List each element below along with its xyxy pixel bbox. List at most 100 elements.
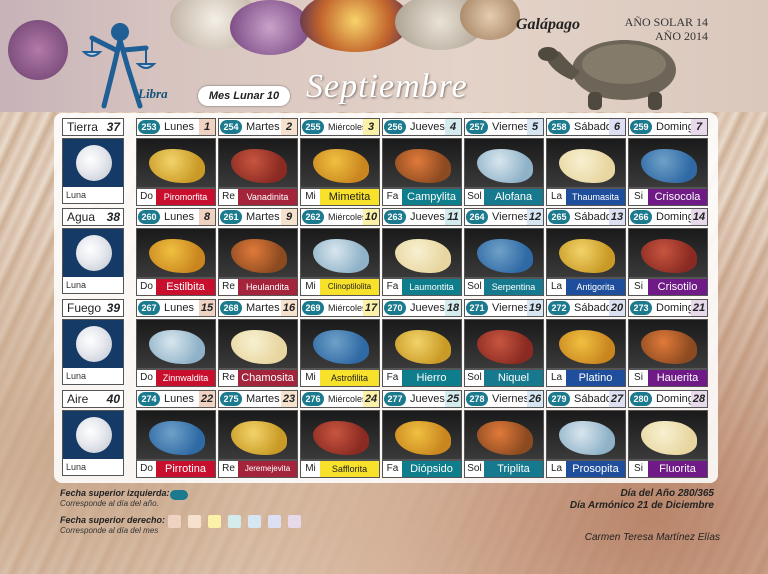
mineral-label-row: La Antigorita — [546, 278, 626, 296]
mineral-photo — [218, 228, 298, 278]
legend-swatch — [228, 515, 241, 528]
mineral-label-row: Mi Mimetita — [300, 188, 380, 206]
day-header: 279 Sábado 27 — [546, 390, 626, 408]
plasma-label: Fa — [383, 279, 402, 295]
weekday-name: Jueves — [410, 302, 445, 314]
mineral-name: Jeremejevita — [238, 461, 297, 477]
day-cell[interactable]: 268 Martes 16 Re Chamosita — [218, 299, 298, 389]
weekday-name: Miércoles — [328, 394, 367, 404]
mineral-name: Hierro — [402, 370, 461, 386]
plasma-label: Fa — [383, 461, 402, 477]
mineral-label-row: La Prosopita — [546, 460, 626, 478]
weekday-name: Martes — [246, 121, 280, 133]
mineral-photo — [382, 138, 462, 188]
day-of-month: 26 — [527, 391, 543, 407]
day-of-year-badge: 267 — [138, 301, 160, 315]
day-cell[interactable]: 275 Martes 23 Re Jeremejevita — [218, 390, 298, 480]
mineral-label-row: Re Jeremejevita — [218, 460, 298, 478]
weekday-name: Viernes — [492, 211, 530, 223]
day-cell[interactable]: 270 Jueves 18 Fa Hierro — [382, 299, 462, 389]
day-header: 264 Viernes 12 — [464, 208, 544, 226]
mineral-label-row: Si Crisotilo — [628, 278, 708, 296]
day-cell[interactable]: 263 Jueves 11 Fa Laumontita — [382, 208, 462, 298]
weekday-name: Sábado — [574, 302, 612, 314]
day-header: 253 Lunes 1 — [136, 118, 216, 136]
day-of-month: 23 — [281, 391, 297, 407]
mineral-label-row: Mi Clinoptilolita — [300, 278, 380, 296]
day-cell[interactable]: 273 Domingo 21 Si Hauerita — [628, 299, 708, 389]
day-cell[interactable]: 256 Jueves 4 Fa Campylita — [382, 118, 462, 208]
day-cell[interactable]: 253 Lunes 1 Do Piromorfita — [136, 118, 216, 208]
mineral-name: Thaumasita — [566, 189, 625, 205]
day-of-year-badge: 263 — [384, 210, 406, 224]
day-cell[interactable]: 262 Miércoles 10 Mi Clinoptilolita — [300, 208, 380, 298]
day-cell[interactable]: 278 Viernes 26 Sol Triplita — [464, 390, 544, 480]
legend-swatch — [168, 515, 181, 528]
day-cell[interactable]: 271 Viernes 19 Sol Niquel — [464, 299, 544, 389]
day-of-month: 2 — [281, 119, 297, 135]
day-cell[interactable]: 266 Domingo 14 Si Crisotilo — [628, 208, 708, 298]
mineral-photo — [546, 319, 626, 369]
day-of-year-badge: 275 — [220, 392, 242, 406]
legend-swatch — [268, 515, 281, 528]
day-header: 257 Viernes 5 — [464, 118, 544, 136]
day-of-month: 6 — [609, 119, 625, 135]
plasma-label: Do — [137, 461, 156, 477]
day-cell[interactable]: 277 Jueves 25 Fa Diópsido — [382, 390, 462, 480]
day-cell[interactable]: 254 Martes 2 Re Vanadinita — [218, 118, 298, 208]
day-of-month: 27 — [609, 391, 625, 407]
day-header: 255 Miércoles 3 — [300, 118, 380, 136]
day-cell[interactable]: 258 Sábado 6 La Thaumasita — [546, 118, 626, 208]
weekday-name: Martes — [246, 302, 280, 314]
legend-left-text: Corresponde al día del año. — [60, 499, 159, 508]
day-cell[interactable]: 280 Domingo 28 Si Fluorita — [628, 390, 708, 480]
day-cell[interactable]: 264 Viernes 12 Sol Serpentina — [464, 208, 544, 298]
mineral-name: Zinnwaldita — [156, 370, 215, 386]
day-cell[interactable]: 267 Lunes 15 Do Zinnwaldita — [136, 299, 216, 389]
day-cell[interactable]: 276 Miércoles 24 Mi Safflorita — [300, 390, 380, 480]
day-cell[interactable]: 257 Viernes 5 Sol Alofana — [464, 118, 544, 208]
day-cell[interactable]: 265 Sábado 13 La Antigorita — [546, 208, 626, 298]
plasma-label: Re — [219, 189, 238, 205]
weekday-name: Viernes — [492, 302, 530, 314]
day-of-year-badge: 255 — [302, 120, 324, 134]
day-header: 266 Domingo 14 — [628, 208, 708, 226]
day-cell[interactable]: 260 Lunes 8 Do Estilbita — [136, 208, 216, 298]
plasma-label: Si — [629, 189, 648, 205]
full-moon-icon — [76, 326, 112, 362]
day-cell[interactable]: 274 Lunes 22 Do Pirrotina — [136, 390, 216, 480]
plasma-label: Si — [629, 279, 648, 295]
mineral-label-row: Si Crisocola — [628, 188, 708, 206]
day-cell[interactable]: 261 Martes 9 Re Heulandita — [218, 208, 298, 298]
day-cell[interactable]: 255 Miércoles 3 Mi Mimetita — [300, 118, 380, 208]
day-cell[interactable]: 269 Miércoles 17 Mi Astrofilita — [300, 299, 380, 389]
day-of-month: 19 — [527, 300, 543, 316]
day-of-year-badge: 260 — [138, 210, 160, 224]
day-cell[interactable]: 259 Domingo 7 Si Crisocola — [628, 118, 708, 208]
mineral-label-row: Re Heulandita — [218, 278, 298, 296]
legend-right: Fecha superior derecho: Corresponde al d… — [60, 515, 170, 536]
mineral-photo — [136, 138, 216, 188]
mineral-specimen-image — [313, 330, 369, 364]
mineral-name: Prosopita — [566, 461, 625, 477]
mineral-specimen-image — [313, 421, 369, 455]
mineral-specimen-image — [477, 149, 533, 183]
day-header: 277 Jueves 25 — [382, 390, 462, 408]
day-of-month: 5 — [527, 119, 543, 135]
day-of-year-badge: 265 — [548, 210, 570, 224]
day-of-month: 7 — [691, 119, 707, 135]
mineral-label-row: Fa Laumontita — [382, 278, 462, 296]
mineral-photo — [628, 319, 708, 369]
day-header: 265 Sábado 13 — [546, 208, 626, 226]
day-of-year-badge: 253 — [138, 120, 160, 134]
day-cell[interactable]: 272 Sábado 20 La Platino — [546, 299, 626, 389]
mineral-specimen-image — [313, 239, 369, 273]
mineral-label-row: Sol Niquel — [464, 369, 544, 387]
day-of-year-badge: 262 — [302, 210, 324, 224]
mineral-photo — [464, 138, 544, 188]
mineral-specimen-image — [559, 239, 615, 273]
day-cell[interactable]: 279 Sábado 27 La Prosopita — [546, 390, 626, 480]
legend-swatch — [188, 515, 201, 528]
mineral-photo — [300, 319, 380, 369]
mineral-name: Vanadinita — [238, 189, 297, 205]
